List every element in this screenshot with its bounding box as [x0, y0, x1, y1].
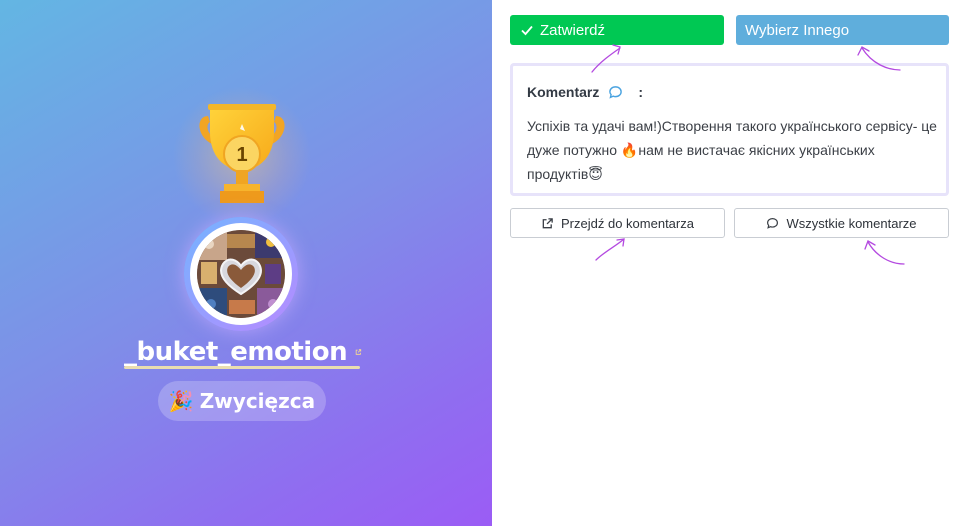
comment-card: Komentarz : Успіхів та удачі вам!)Створе… — [510, 63, 949, 196]
external-link-icon — [542, 217, 553, 228]
all-comments-label: Wszystkie komentarze — [786, 215, 917, 231]
avatar-image — [197, 230, 285, 318]
winner-username[interactable]: _buket_emotion — [124, 337, 348, 367]
party-popper-icon: 🎉 — [168, 389, 194, 413]
winner-badge-label: Zwycięzca — [199, 389, 316, 413]
annotation-arrow-head — [612, 44, 621, 55]
winner-panel: 1 _buket_emotion 🎉 Zwycięzca — [0, 0, 492, 526]
speech-bubble-icon — [767, 217, 779, 229]
check-icon — [521, 25, 533, 36]
all-comments-button[interactable]: Wszystkie komentarze — [734, 208, 949, 238]
comment-text: Успіхів та удачі вам!)Створення такого у… — [527, 118, 937, 182]
confirm-button[interactable]: Zatwierdź — [510, 15, 724, 45]
choose-other-button-label: Wybierz Innego — [745, 21, 850, 39]
choose-other-button[interactable]: Wybierz Innego — [736, 15, 949, 45]
comment-header: Komentarz : — [527, 82, 932, 102]
confirm-button-label: Zatwierdź — [540, 21, 606, 39]
annotation-arrow-head — [864, 240, 876, 250]
rank-number: 1 — [236, 144, 247, 166]
comment-title: Komentarz — [527, 84, 600, 100]
winner-badge: 🎉 Zwycięzca — [158, 381, 326, 421]
annotation-arrow — [867, 241, 905, 265]
goto-comment-label: Przejdź do komentarza — [561, 215, 694, 231]
annotation-arrow — [595, 238, 625, 261]
annotation-arrow-head — [616, 238, 625, 247]
speech-bubble-icon — [609, 85, 623, 99]
trophy-icon: 1 — [199, 104, 285, 203]
username-row[interactable]: _buket_emotion — [124, 335, 362, 369]
avatar — [190, 223, 292, 325]
annotation-arrow-head — [857, 46, 870, 56]
comment-colon: : — [638, 84, 644, 100]
username-underline — [124, 366, 360, 369]
goto-comment-button[interactable]: Przejdź do komentarza — [510, 208, 725, 238]
details-panel: Zatwierdź Wybierz Innego Komentarz : Усп… — [492, 0, 964, 526]
external-link-icon[interactable] — [355, 343, 362, 361]
